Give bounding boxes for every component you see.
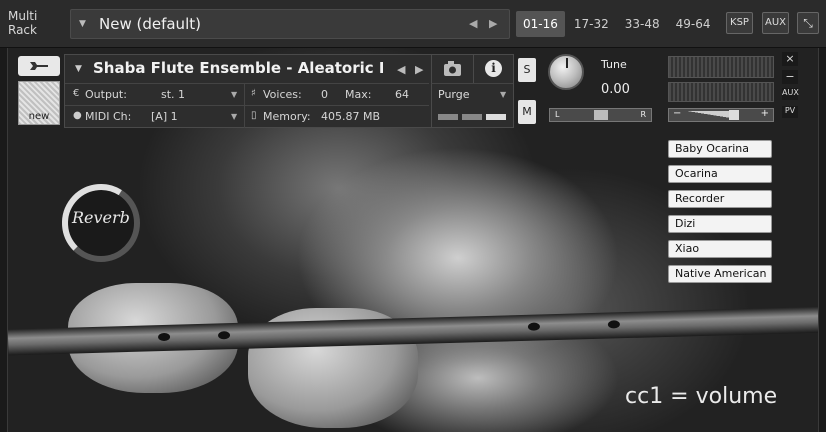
pan-left-label: L bbox=[555, 110, 560, 119]
volume-slider[interactable]: − + bbox=[668, 108, 774, 122]
camera-icon[interactable] bbox=[431, 55, 471, 83]
new-label: new bbox=[28, 111, 50, 122]
tab-33-48[interactable]: 33-48 bbox=[618, 11, 667, 37]
output-value: st. 1 bbox=[161, 88, 186, 101]
previous-preset-icon[interactable]: ◀ bbox=[469, 17, 477, 30]
max-voices-value[interactable]: 64 bbox=[395, 88, 409, 101]
instrument-name-row: ▼ Shaba Flute Ensemble - Aleatoric Hi ◀ … bbox=[65, 55, 429, 83]
memory-label: Memory: bbox=[263, 110, 311, 123]
rack-page-tabs: 01-16 17-32 33-48 49-64 bbox=[516, 11, 720, 37]
pv-mini-button[interactable]: PV bbox=[782, 106, 798, 118]
volume-handle[interactable] bbox=[729, 110, 739, 120]
tune-label: Tune bbox=[601, 58, 627, 71]
midi-label: MIDI Ch: bbox=[85, 110, 132, 123]
collapse-icon[interactable]: ⤡ bbox=[797, 12, 819, 34]
multi-preset-name[interactable]: New (default) bbox=[99, 15, 201, 33]
articulation-baby-ocarina[interactable]: Baby Ocarina bbox=[668, 140, 772, 158]
memory-field: ▯ Memory: 405.87 MB bbox=[245, 106, 429, 128]
rack-label-line2: Rack bbox=[8, 23, 37, 37]
tab-17-32[interactable]: 17-32 bbox=[567, 11, 616, 37]
solo-button[interactable]: S bbox=[518, 58, 536, 82]
midi-value: [A] 1 bbox=[151, 110, 178, 123]
purge-label: Purge bbox=[438, 88, 470, 101]
volume-minus-label: − bbox=[673, 108, 682, 119]
tune-knob[interactable] bbox=[548, 54, 584, 90]
next-preset-icon[interactable]: ▶ bbox=[489, 17, 497, 30]
output-icon: € bbox=[73, 88, 80, 99]
aux-button[interactable]: AUX bbox=[762, 12, 789, 34]
midi-memory-row: ● MIDI Ch: [A] 1 ▼ ▯ Memory: 405.87 MB bbox=[65, 105, 429, 128]
close-icon[interactable]: × bbox=[782, 52, 798, 66]
info-glyph: i bbox=[485, 60, 502, 77]
pan-slider[interactable]: L R bbox=[549, 108, 652, 122]
reverb-label: Reverb bbox=[72, 208, 130, 227]
wrench-icon[interactable] bbox=[18, 56, 60, 76]
articulation-xiao[interactable]: Xiao bbox=[668, 240, 772, 258]
midi-channel-selector[interactable]: ● MIDI Ch: [A] 1 ▼ bbox=[65, 106, 245, 128]
instrument-name[interactable]: Shaba Flute Ensemble - Aleatoric Hi bbox=[93, 59, 383, 77]
aux-mini-button[interactable]: AUX bbox=[782, 88, 799, 100]
tune-value[interactable]: 0.00 bbox=[601, 82, 630, 97]
chevron-down-icon[interactable]: ▼ bbox=[79, 19, 86, 29]
purge-indicator bbox=[438, 114, 458, 120]
output-label: Output: bbox=[85, 88, 127, 101]
ksp-button[interactable]: KSP bbox=[726, 12, 753, 34]
tab-01-16[interactable]: 01-16 bbox=[516, 11, 565, 37]
next-instrument-icon[interactable]: ▶ bbox=[415, 63, 423, 76]
multi-preset-selector[interactable]: ▼ New (default) ◀ ▶ bbox=[70, 9, 510, 39]
new-instrument-button[interactable]: new bbox=[18, 81, 60, 125]
level-meter-right bbox=[668, 82, 774, 102]
purge-indicator bbox=[462, 114, 482, 120]
minimize-icon[interactable]: − bbox=[782, 70, 798, 84]
cc-volume-note: cc1 = volume bbox=[625, 384, 778, 409]
output-voices-row: € Output: st. 1 ▼ ♯ Voices: 0 Max: 64 bbox=[65, 83, 429, 106]
previous-instrument-icon[interactable]: ◀ bbox=[397, 63, 405, 76]
voices-value: 0 bbox=[321, 88, 328, 101]
chevron-down-icon[interactable]: ▼ bbox=[75, 64, 82, 74]
articulation-recorder[interactable]: Recorder bbox=[668, 190, 772, 208]
voices-field: ♯ Voices: 0 Max: 64 bbox=[245, 84, 429, 106]
memory-value: 405.87 MB bbox=[321, 110, 381, 123]
output-selector[interactable]: € Output: st. 1 ▼ bbox=[65, 84, 245, 106]
articulation-native-american[interactable]: Native American bbox=[668, 265, 772, 283]
articulation-dizi[interactable]: Dizi bbox=[668, 215, 772, 233]
pan-right-label: R bbox=[640, 110, 646, 119]
level-meter-left bbox=[668, 56, 774, 78]
reverb-knob[interactable]: Reverb bbox=[58, 180, 144, 266]
instrument-header: new ▼ Shaba Flute Ensemble - Aleatoric H… bbox=[18, 54, 514, 128]
chevron-down-icon: ▼ bbox=[500, 90, 507, 99]
voices-icon: ♯ bbox=[251, 88, 256, 99]
pan-handle[interactable] bbox=[594, 110, 608, 120]
instrument-header-main: ▼ Shaba Flute Ensemble - Aleatoric Hi ◀ … bbox=[64, 54, 514, 128]
tab-49-64[interactable]: 49-64 bbox=[669, 11, 718, 37]
voices-label: Voices: bbox=[263, 88, 302, 101]
multi-rack-label: Multi Rack bbox=[8, 9, 64, 37]
chevron-down-icon: ▼ bbox=[231, 90, 238, 99]
rack-label-line1: Multi bbox=[8, 9, 38, 23]
info-icon[interactable]: i bbox=[473, 55, 513, 83]
max-label: Max: bbox=[345, 88, 372, 101]
midi-icon: ● bbox=[73, 110, 82, 121]
purge-indicator bbox=[486, 114, 506, 120]
purge-menu[interactable]: Purge ▼ bbox=[431, 83, 513, 127]
rack-header: Multi Rack ▼ New (default) ◀ ▶ 01-16 17-… bbox=[0, 0, 826, 48]
chevron-down-icon: ▼ bbox=[231, 112, 238, 121]
articulation-ocarina[interactable]: Ocarina bbox=[668, 165, 772, 183]
volume-plus-label: + bbox=[760, 108, 769, 119]
memory-icon: ▯ bbox=[251, 110, 257, 121]
instrument-panel: new ▼ Shaba Flute Ensemble - Aleatoric H… bbox=[7, 48, 819, 432]
mute-button[interactable]: M bbox=[518, 100, 536, 124]
